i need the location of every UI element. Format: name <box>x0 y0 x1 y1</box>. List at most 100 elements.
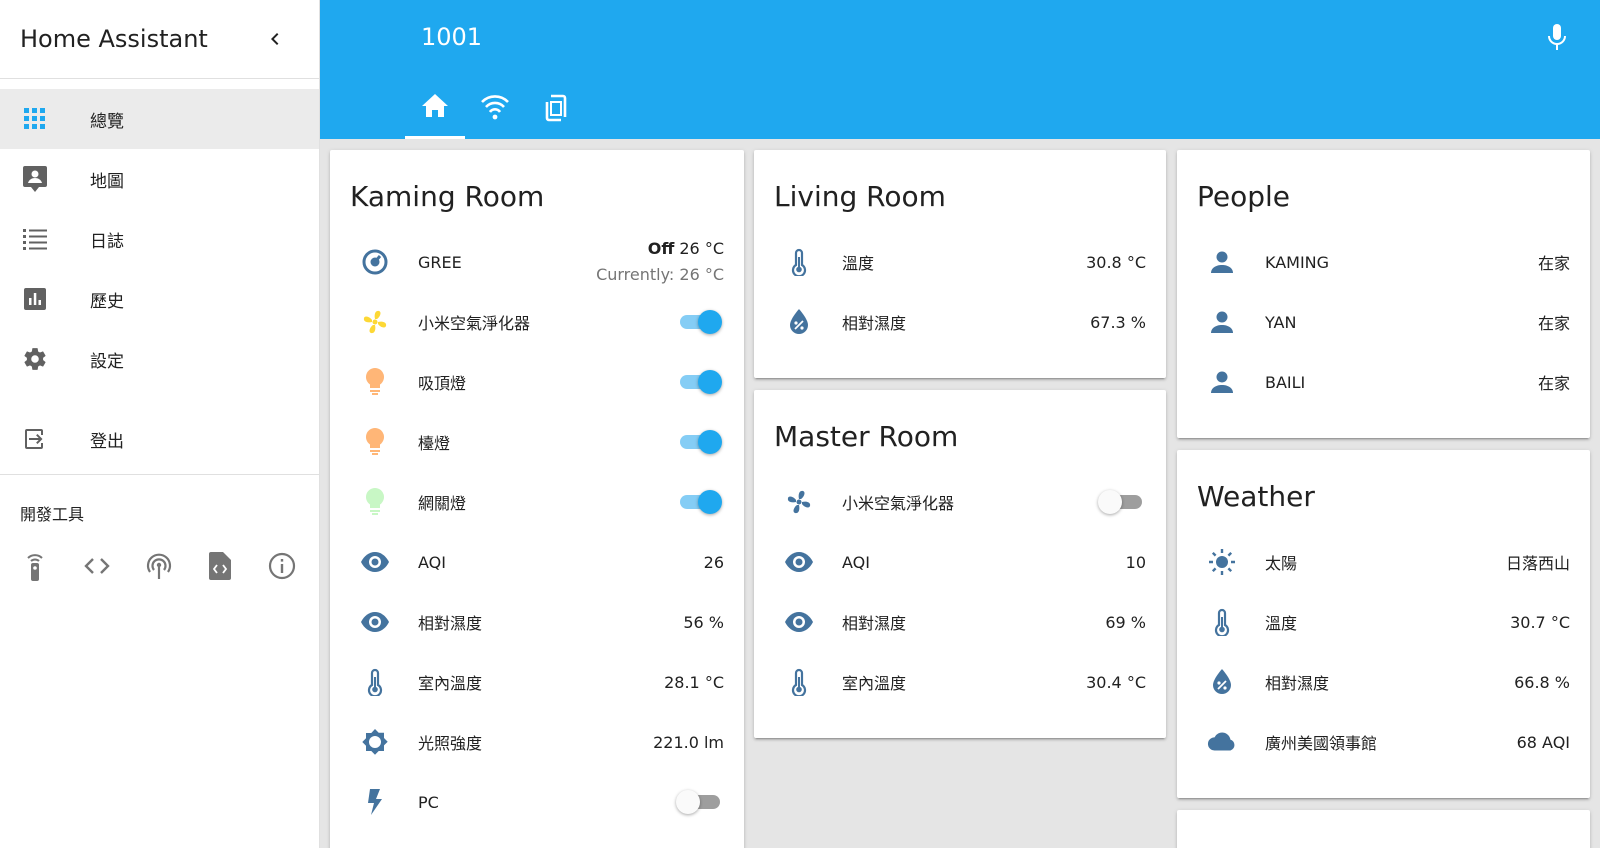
card-people: People KAMING 在家 YAN 在家 BAILI 在家 <box>1177 150 1590 438</box>
entity-name: 小米空氣淨化器 <box>418 314 531 333</box>
gateway-light-toggle[interactable] <box>676 488 724 516</box>
entity-row[interactable]: 室內溫度 30.4 °C <box>754 652 1166 712</box>
entity-row[interactable]: 相對濕度 67.3 % <box>754 292 1166 352</box>
entity-value: 66.8 % <box>1514 672 1570 692</box>
entity-value: 68 AQI <box>1516 732 1570 752</box>
format-list-bulleted-icon <box>22 226 48 252</box>
view-dashboard-icon <box>22 106 48 132</box>
thermometer-icon <box>784 247 814 277</box>
entity-name: AQI <box>842 552 870 572</box>
thermometer-icon <box>1207 607 1237 637</box>
exit-to-app-icon <box>22 426 48 452</box>
card-title: Master Room <box>774 420 959 453</box>
climate-row[interactable]: GREE Off 26 °C Currently: 26 °C <box>330 232 744 292</box>
entity-name: 室內溫度 <box>842 674 907 693</box>
card-title: Kaming Room <box>350 180 545 213</box>
entity-name: 相對濕度 <box>842 314 907 333</box>
pc-toggle[interactable] <box>676 788 724 816</box>
map-account-icon <box>22 166 48 192</box>
card-kaming-room: Kaming Room GREE Off 26 °C Currently: 26… <box>330 150 744 848</box>
information-outline-icon[interactable] <box>267 551 297 581</box>
white-balance-sunny-icon <box>1207 547 1237 577</box>
sidebar-item-overview[interactable]: 總覽 <box>0 89 319 149</box>
chevron-left-icon[interactable] <box>263 27 287 51</box>
thermometer-icon <box>360 667 390 697</box>
sidebar-item-label: 歷史 <box>90 291 124 312</box>
eye-icon <box>784 547 814 577</box>
tab-tablet[interactable] <box>525 88 585 139</box>
sidebar: Home Assistant 總覽 地圖 日誌 歷史 設定 登出 開發工具 <box>0 0 320 848</box>
entity-value: 67.3 % <box>1090 312 1146 332</box>
entity-name: 相對濕度 <box>418 614 483 633</box>
entity-value: 56 % <box>683 612 724 632</box>
lightbulb-icon <box>360 367 390 397</box>
entity-row[interactable]: 太陽 日落西山 <box>1177 532 1590 592</box>
card-title: Living Room <box>774 180 946 213</box>
entity-value: 10 <box>1125 552 1146 572</box>
sidebar-item-settings[interactable]: 設定 <box>0 329 319 389</box>
entity-row: 網關燈 <box>330 472 744 532</box>
air-purifier-toggle[interactable] <box>1098 488 1146 516</box>
entity-row[interactable]: 室內溫度 28.1 °C <box>330 652 744 712</box>
file-code-icon[interactable] <box>205 551 235 581</box>
fan-icon <box>784 487 814 517</box>
sidebar-item-map[interactable]: 地圖 <box>0 149 319 209</box>
sidebar-item-label: 日誌 <box>90 231 124 252</box>
card-weather: Weather 太陽 日落西山 溫度 30.7 °C 相對濕度 66.8 % 廣… <box>1177 450 1590 798</box>
entity-value: 在家 <box>1537 254 1570 273</box>
entity-name: 光照強度 <box>418 734 483 753</box>
account-icon <box>1207 247 1237 277</box>
sidebar-item-label: 登出 <box>90 431 124 452</box>
person-row[interactable]: KAMING 在家 <box>1177 232 1590 292</box>
cloud-icon <box>1207 727 1237 757</box>
lightbulb-icon <box>360 487 390 517</box>
entity-value: 在家 <box>1537 314 1570 333</box>
lightbulb-icon <box>360 427 390 457</box>
entity-value: 69 % <box>1105 612 1146 632</box>
sidebar-item-history[interactable]: 歷史 <box>0 269 319 329</box>
entity-row[interactable]: 溫度 30.8 °C <box>754 232 1166 292</box>
entity-name: 溫度 <box>1265 614 1298 633</box>
account-icon <box>1207 367 1237 397</box>
entity-row[interactable]: AQI 10 <box>754 532 1166 592</box>
cog-icon <box>22 346 48 372</box>
dev-tools-bar <box>0 531 319 581</box>
entity-name: 室內溫度 <box>418 674 483 693</box>
microphone-icon[interactable] <box>1544 24 1570 52</box>
eye-icon <box>360 547 390 577</box>
desk-lamp-toggle[interactable] <box>676 428 724 456</box>
entity-name: 小米空氣淨化器 <box>842 494 955 513</box>
radio-tower-icon[interactable] <box>144 551 174 581</box>
entity-row: 小米空氣淨化器 <box>330 292 744 352</box>
sidebar-header: Home Assistant <box>0 0 319 79</box>
entity-name: 廣州美國領事館 <box>1265 734 1378 753</box>
entity-row[interactable]: 廣州美國領事館 68 AQI <box>1177 712 1590 772</box>
person-row[interactable]: BAILI 在家 <box>1177 352 1590 412</box>
person-row[interactable]: YAN 在家 <box>1177 292 1590 352</box>
air-purifier-toggle[interactable] <box>676 308 724 336</box>
entity-name: 網關燈 <box>418 494 467 513</box>
thermostat-icon <box>360 247 390 277</box>
climate-state: Off 26 °C Currently: 26 °C <box>596 236 724 288</box>
card-partial <box>1177 810 1590 848</box>
entity-name: 吸頂燈 <box>418 374 467 393</box>
view-tabs <box>405 88 585 139</box>
flash-icon <box>360 787 390 817</box>
entity-row[interactable]: 光照強度 221.0 lm <box>330 712 744 772</box>
sidebar-item-logout[interactable]: 登出 <box>0 409 319 469</box>
tablet-icon <box>542 94 568 122</box>
entity-row[interactable]: 溫度 30.7 °C <box>1177 592 1590 652</box>
remote-icon[interactable] <box>20 551 50 581</box>
entity-row[interactable]: 相對濕度 66.8 % <box>1177 652 1590 712</box>
entity-row[interactable]: 相對濕度 56 % <box>330 592 744 652</box>
tab-network[interactable] <box>465 88 525 139</box>
ceiling-light-toggle[interactable] <box>676 368 724 396</box>
entity-row[interactable]: 相對濕度 69 % <box>754 592 1166 652</box>
code-tags-icon[interactable] <box>82 551 112 581</box>
sidebar-item-logbook[interactable]: 日誌 <box>0 209 319 269</box>
entity-name: 溫度 <box>842 254 875 273</box>
entity-value: 30.8 °C <box>1086 252 1146 272</box>
page-title: 1001 <box>421 23 483 51</box>
tab-home[interactable] <box>405 88 465 139</box>
entity-row[interactable]: AQI 26 <box>330 532 744 592</box>
